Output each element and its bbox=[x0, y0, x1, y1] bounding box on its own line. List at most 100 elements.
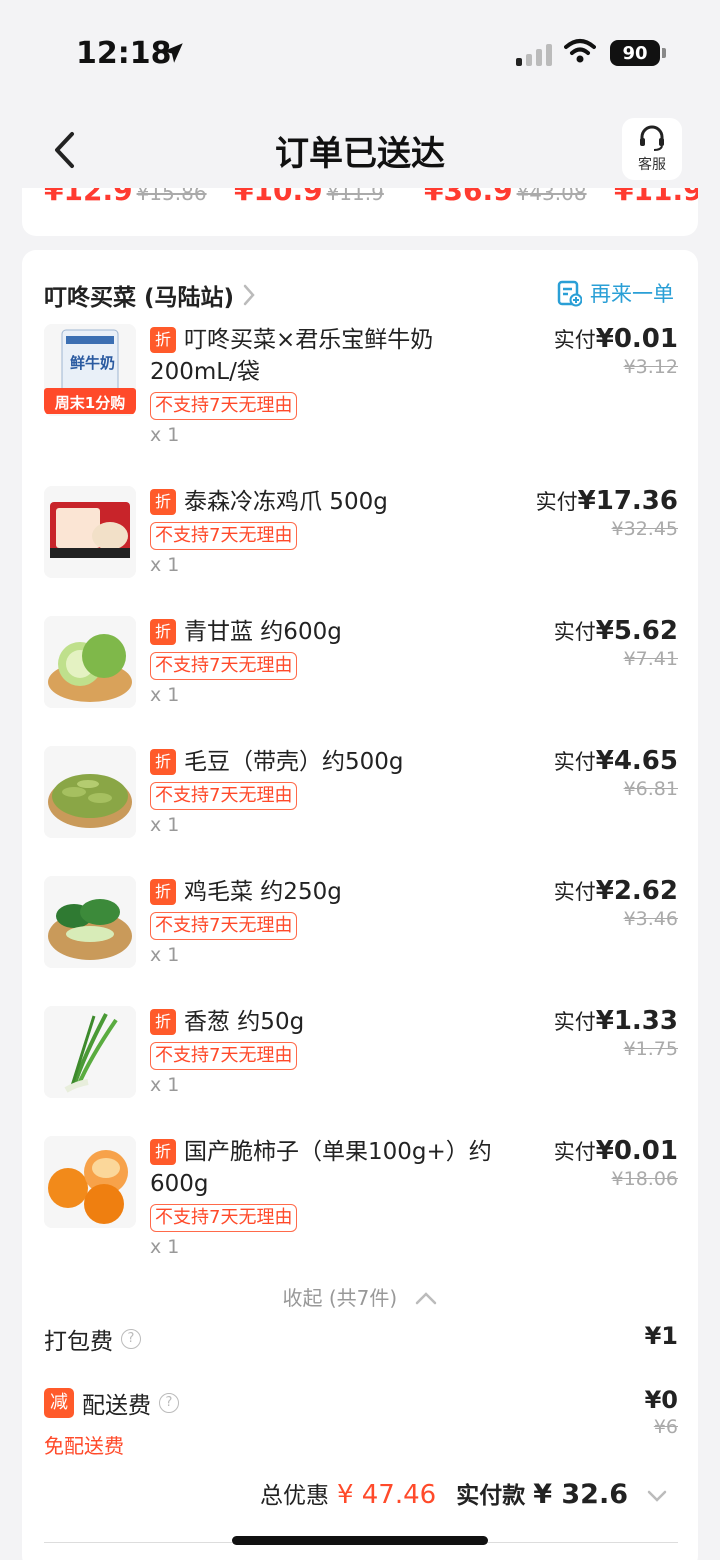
order-card: 叮咚买菜 (马陆站) 再来一单 鲜牛奶 周末1分购 折叮咚买菜×君乐宝鲜牛奶20 bbox=[22, 250, 698, 1560]
order-item[interactable]: 折毛豆（带壳）约500g 不支持7天无理由 x 1 实付¥4.65 ¥6.81 bbox=[44, 746, 678, 876]
milk-pack-label: 鲜牛奶 bbox=[70, 354, 116, 372]
paid-price: ¥2.62 bbox=[595, 876, 678, 906]
paid-price: ¥5.62 bbox=[595, 616, 678, 646]
nav-bar: 订单已送达 客服 bbox=[0, 100, 720, 190]
order-item[interactable]: 折泰森冷冻鸡爪 500g 不支持7天无理由 x 1 实付¥17.36 ¥32.4… bbox=[44, 486, 678, 616]
recommend-item[interactable]: ¥10.9 ¥11.9 bbox=[234, 188, 384, 207]
delivery-fee-row: 减 配送费 ? 免配送费 ¥0 ¥6 bbox=[44, 1386, 678, 1459]
product-qty: x 1 bbox=[150, 554, 180, 576]
paid-label: 实付 bbox=[553, 620, 596, 644]
chevron-right-icon bbox=[243, 284, 255, 306]
product-image-persimmon bbox=[44, 1136, 136, 1228]
paid-label: 实付 bbox=[553, 880, 596, 904]
discount-badge: 折 bbox=[150, 1009, 176, 1035]
total-pay-label: 实付款 bbox=[456, 1483, 526, 1509]
recommend-item[interactable]: ¥12.9 ¥15.86 bbox=[44, 188, 207, 207]
chevron-down-icon bbox=[647, 1490, 667, 1502]
original-price: ¥3.46 bbox=[623, 908, 678, 930]
no-return-tag: 不支持7天无理由 bbox=[150, 522, 298, 550]
reorder-label: 再来一单 bbox=[590, 282, 674, 306]
help-icon[interactable]: ? bbox=[159, 1393, 179, 1413]
delivery-fee-label: 配送费 bbox=[82, 1393, 151, 1419]
recommend-orig-price: ¥11.9 bbox=[326, 188, 384, 205]
order-item[interactable]: 折青甘蓝 约600g 不支持7天无理由 x 1 实付¥5.62 ¥7.41 bbox=[44, 616, 678, 746]
free-delivery-note: 免配送费 bbox=[44, 1434, 124, 1458]
discount-badge: 折 bbox=[150, 327, 176, 353]
collapse-label: 收起 (共7件) bbox=[282, 1286, 398, 1310]
delivery-fee-orig: ¥6 bbox=[653, 1416, 678, 1438]
collapse-items-toggle[interactable]: 收起 (共7件) bbox=[22, 1282, 698, 1311]
home-indicator[interactable] bbox=[232, 1536, 488, 1545]
chevron-up-icon bbox=[415, 1292, 436, 1305]
no-return-tag: 不支持7天无理由 bbox=[150, 782, 298, 810]
discount-badge: 折 bbox=[150, 1139, 176, 1165]
battery-indicator: 90 bbox=[610, 40, 660, 66]
product-name: 青甘蓝 约600g bbox=[184, 619, 342, 645]
packing-fee-label: 打包费 bbox=[44, 1329, 113, 1355]
discount-badge: 折 bbox=[150, 749, 176, 775]
reorder-icon bbox=[557, 280, 582, 307]
original-price: ¥18.06 bbox=[611, 1168, 678, 1190]
paid-price: ¥4.65 bbox=[595, 746, 678, 776]
discount-badge: 折 bbox=[150, 489, 176, 515]
paid-label: 实付 bbox=[553, 328, 596, 352]
product-image-milk: 鲜牛奶 周末1分购 bbox=[44, 324, 136, 416]
no-return-tag: 不支持7天无理由 bbox=[150, 1204, 298, 1232]
total-discount-value: ¥ 47.46 bbox=[336, 1480, 437, 1510]
total-discount-label: 总优惠 bbox=[259, 1483, 329, 1509]
status-bar: 12:18 90 bbox=[0, 0, 720, 100]
store-name: 叮咚买菜 (马陆站) bbox=[44, 285, 235, 311]
recommend-item[interactable]: ¥11.9 ¥ bbox=[614, 188, 698, 207]
no-return-tag: 不支持7天无理由 bbox=[150, 912, 298, 940]
recommend-price: ¥36.9 bbox=[424, 188, 513, 207]
headset-icon bbox=[640, 125, 664, 151]
product-image-chicken-feet bbox=[44, 486, 136, 578]
store-link[interactable]: 叮咚买菜 (马陆站) bbox=[44, 278, 256, 312]
product-name: 毛豆（带壳）约500g bbox=[184, 749, 404, 775]
recommend-orig-price: ¥43.08 bbox=[516, 188, 587, 205]
location-arrow-icon bbox=[163, 43, 183, 63]
total-summary[interactable]: 总优惠 ¥ 47.46 实付款 ¥ 32.6 bbox=[260, 1476, 668, 1510]
original-price: ¥32.45 bbox=[611, 518, 678, 540]
recommend-item[interactable]: ¥36.9 ¥43.08 bbox=[424, 188, 587, 207]
original-price: ¥1.75 bbox=[623, 1038, 678, 1060]
discount-badge: 折 bbox=[150, 619, 176, 645]
wifi-icon bbox=[564, 39, 596, 63]
customer-service-button[interactable]: 客服 bbox=[622, 118, 682, 180]
product-qty: x 1 bbox=[150, 684, 180, 706]
paid-price: ¥17.36 bbox=[577, 486, 678, 516]
paid-price: ¥1.33 bbox=[595, 1006, 678, 1036]
order-item[interactable]: 折香葱 约50g 不支持7天无理由 x 1 实付¥1.33 ¥1.75 bbox=[44, 1006, 678, 1136]
recommend-price: ¥10.9 bbox=[234, 188, 323, 207]
packing-fee-value: ¥1 bbox=[644, 1322, 678, 1350]
product-image-cabbage bbox=[44, 616, 136, 708]
paid-price: ¥0.01 bbox=[595, 1136, 678, 1166]
product-name: 香葱 约50g bbox=[184, 1009, 305, 1035]
paid-label: 实付 bbox=[553, 1140, 596, 1164]
product-name: 叮咚买菜×君乐宝鲜牛奶200mL/袋 bbox=[150, 327, 434, 385]
original-price: ¥3.12 bbox=[623, 356, 678, 378]
paid-label: 实付 bbox=[553, 1010, 596, 1034]
product-image-greens bbox=[44, 876, 136, 968]
product-qty: x 1 bbox=[150, 814, 180, 836]
product-name: 泰森冷冻鸡爪 500g bbox=[184, 489, 388, 515]
product-image-edamame bbox=[44, 746, 136, 838]
product-qty: x 1 bbox=[150, 1074, 180, 1096]
reorder-button[interactable]: 再来一单 bbox=[556, 278, 674, 308]
product-image-scallion bbox=[44, 1006, 136, 1098]
order-item[interactable]: 折国产脆柿子（单果100g+）约600g 不支持7天无理由 x 1 实付¥0.0… bbox=[44, 1136, 678, 1266]
product-qty: x 1 bbox=[150, 424, 180, 446]
product-name: 国产脆柿子（单果100g+）约600g bbox=[150, 1139, 492, 1197]
product-qty: x 1 bbox=[150, 944, 180, 966]
total-pay-value: ¥ 32.6 bbox=[533, 1479, 628, 1510]
reduce-badge: 减 bbox=[44, 1388, 74, 1418]
packing-fee-row: 打包费 ? ¥1 bbox=[44, 1322, 678, 1356]
product-qty: x 1 bbox=[150, 1236, 180, 1258]
battery-tip bbox=[662, 48, 666, 58]
order-item[interactable]: 折鸡毛菜 约250g 不支持7天无理由 x 1 实付¥2.62 ¥3.46 bbox=[44, 876, 678, 1006]
order-item[interactable]: 鲜牛奶 周末1分购 折叮咚买菜×君乐宝鲜牛奶200mL/袋 不支持7天无理由 x… bbox=[44, 324, 678, 454]
original-price: ¥7.41 bbox=[623, 648, 678, 670]
help-icon[interactable]: ? bbox=[121, 1329, 141, 1349]
customer-service-label: 客服 bbox=[638, 157, 666, 173]
recommend-price: ¥11.9 bbox=[614, 188, 698, 207]
